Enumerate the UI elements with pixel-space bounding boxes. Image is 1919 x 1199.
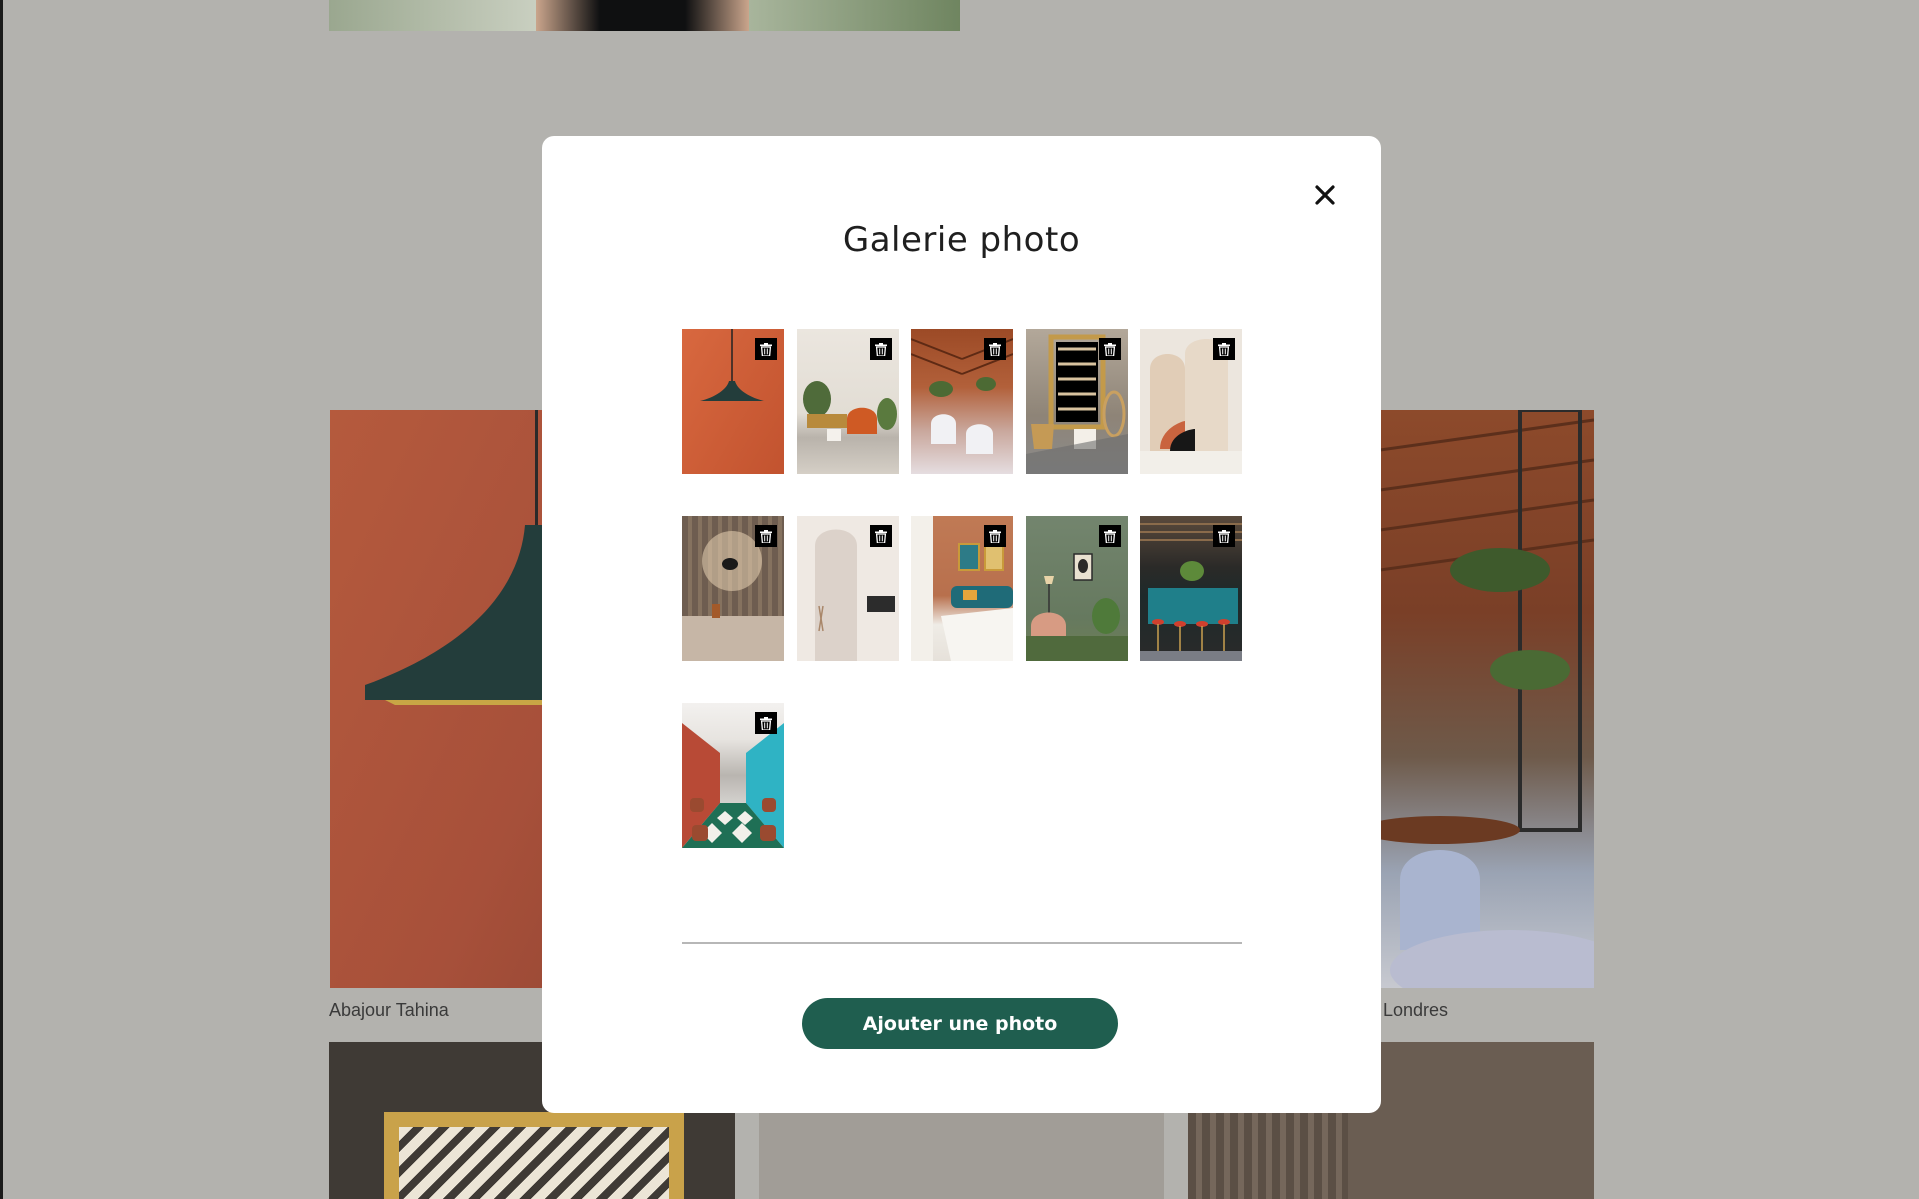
delete-photo-button[interactable] — [1213, 525, 1235, 547]
trash-icon — [1103, 342, 1116, 356]
gallery-photo[interactable] — [682, 703, 784, 848]
gallery-photo[interactable] — [1025, 329, 1128, 474]
photo-gallery-modal: Galerie photo Ajouter une photo — [542, 136, 1381, 1113]
trash-icon — [760, 342, 772, 356]
delete-photo-button[interactable] — [869, 338, 892, 360]
gallery-photo[interactable] — [796, 516, 899, 661]
trash-icon — [760, 716, 772, 730]
trash-icon — [1218, 529, 1230, 543]
gallery-photo[interactable] — [1140, 516, 1242, 661]
delete-photo-button[interactable] — [1213, 338, 1235, 360]
gallery-photo[interactable] — [1140, 329, 1242, 474]
window-edge — [0, 0, 3, 1199]
gallery-grid — [682, 329, 1242, 848]
delete-photo-button[interactable] — [1098, 525, 1121, 547]
delete-photo-button[interactable] — [984, 525, 1006, 547]
delete-photo-button[interactable] — [1098, 338, 1121, 360]
background-photo-londres[interactable] — [1380, 410, 1594, 988]
trash-icon — [874, 342, 887, 356]
background-photo-strip — [329, 0, 960, 31]
background-caption-abajour: Abajour Tahina — [329, 1000, 449, 1020]
delete-photo-button[interactable] — [984, 338, 1006, 360]
trash-icon — [989, 529, 1001, 543]
trash-icon — [1218, 342, 1230, 356]
gallery-photo[interactable] — [1025, 516, 1128, 661]
background-caption-londres: Londres — [1383, 1000, 1449, 1020]
gallery-photo[interactable] — [682, 516, 784, 661]
trash-icon — [874, 529, 887, 543]
gallery-photo[interactable] — [911, 329, 1013, 474]
trash-icon — [989, 342, 1001, 356]
delete-photo-button[interactable] — [755, 338, 777, 360]
modal-title: Galerie photo — [842, 220, 1081, 260]
london-restaurant-graphic — [1380, 410, 1594, 988]
close-icon — [1315, 185, 1335, 205]
lamp-cord — [535, 410, 538, 525]
delete-photo-button[interactable] — [755, 712, 777, 734]
divider — [682, 942, 1242, 944]
gallery-photo[interactable] — [682, 329, 784, 474]
delete-photo-button[interactable] — [869, 525, 892, 547]
trash-icon — [760, 529, 772, 543]
close-button[interactable] — [1307, 177, 1343, 213]
delete-photo-button[interactable] — [755, 525, 777, 547]
add-photo-button[interactable]: Ajouter une photo — [802, 998, 1118, 1049]
trash-icon — [1103, 529, 1116, 543]
gallery-photo[interactable] — [796, 329, 899, 474]
gallery-photo[interactable] — [911, 516, 1013, 661]
